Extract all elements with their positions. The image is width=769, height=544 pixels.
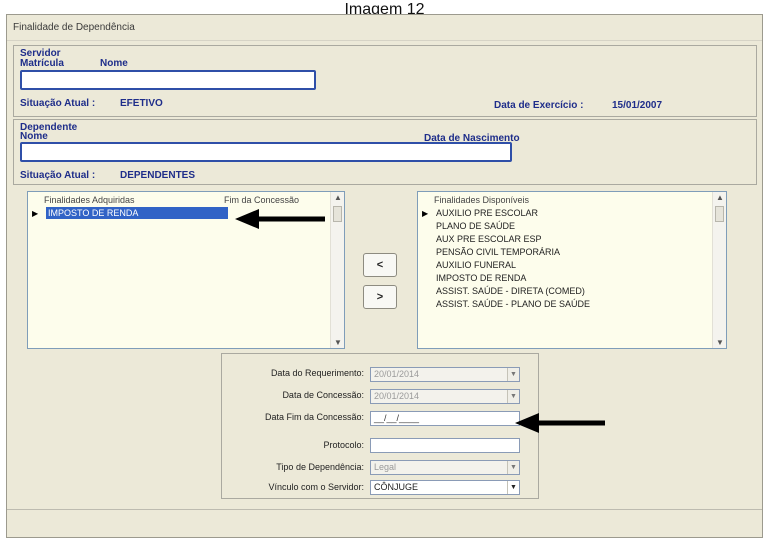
list-item[interactable]: AUXILIO FUNERAL <box>436 259 516 271</box>
servidor-situacao-value: EFETIVO <box>120 98 163 109</box>
data-exercicio-label: Data de Exercício : <box>494 100 584 111</box>
servidor-nome-field[interactable] <box>20 70 316 90</box>
list-item[interactable]: PENSÃO CIVIL TEMPORÁRIA <box>436 246 560 258</box>
adquiridas-col-fim-concessao: Fim da Concessão <box>224 195 300 205</box>
servidor-situacao-label: Situação Atual : <box>20 98 96 109</box>
data-exercicio-value: 15/01/2007 <box>612 100 663 111</box>
disponiveis-col-finalidades: Finalidades Disponíveis <box>434 195 530 205</box>
data-fim-value: __/__/____ <box>374 413 420 423</box>
tipo-dependencia-value: Legal <box>374 462 397 472</box>
chevron-down-icon[interactable]: ▼ <box>507 481 519 494</box>
finalidades-disponiveis-list[interactable]: Finalidades Disponíveis ▶ AUXILIO PRE ES… <box>417 191 727 349</box>
data-concessao-label: Data de Concessão: <box>282 390 364 400</box>
scroll-thumb[interactable] <box>715 206 724 222</box>
data-fim-label: Data Fim da Concessão: <box>264 412 364 422</box>
data-concessao-field[interactable]: 20/01/2014 ▼ <box>370 389 520 404</box>
list-item[interactable]: AUXILIO PRE ESCOLAR <box>436 207 538 219</box>
data-requerimento-field[interactable]: 20/01/2014 ▼ <box>370 367 520 382</box>
chevron-down-icon[interactable]: ▼ <box>507 390 519 403</box>
tipo-dependencia-select[interactable]: Legal ▼ <box>370 460 520 475</box>
list-item[interactable]: AUX PRE ESCOLAR ESP <box>436 233 542 245</box>
adquiridas-col-finalidades: Finalidades Adquiridas <box>44 195 135 205</box>
dependente-group: Dependente Nome Data de Nascimento Situa… <box>13 119 757 185</box>
list-item[interactable]: ASSIST. SAÚDE - DIRETA (COMED) <box>436 285 585 297</box>
dependente-situacao-label: Situação Atual : <box>20 170 96 181</box>
list-item[interactable]: IMPOSTO DE RENDA <box>46 207 228 219</box>
chevron-down-icon[interactable]: ▼ <box>507 368 519 381</box>
list-item[interactable]: IMPOSTO DE RENDA <box>436 272 526 284</box>
row-pointer-icon: ▶ <box>32 209 39 218</box>
scroll-thumb[interactable] <box>333 206 342 222</box>
move-right-button[interactable]: > <box>363 285 397 309</box>
disponiveis-scrollbar[interactable]: ▲ ▼ <box>712 192 726 348</box>
row-pointer-icon: ▶ <box>422 209 429 218</box>
scroll-down-icon[interactable]: ▼ <box>334 338 342 347</box>
scroll-up-icon[interactable]: ▲ <box>334 193 342 202</box>
annotation-arrow-icon <box>515 413 605 433</box>
window-title: Finalidade de Dependência <box>7 15 762 41</box>
move-left-button[interactable]: < <box>363 253 397 277</box>
servidor-nome-label: Nome <box>100 58 128 69</box>
chevron-down-icon[interactable]: ▼ <box>507 461 519 474</box>
data-requerimento-label: Data do Requerimento: <box>270 368 364 378</box>
protocolo-field[interactable] <box>370 438 520 453</box>
list-item[interactable]: PLANO DE SAÚDE <box>436 220 515 232</box>
finalidade-window: Finalidade de Dependência Servidor Matrí… <box>6 14 763 538</box>
list-item[interactable]: ASSIST. SAÚDE - PLANO DE SAÚDE <box>436 298 590 310</box>
scroll-up-icon[interactable]: ▲ <box>716 193 724 202</box>
scroll-down-icon[interactable]: ▼ <box>716 338 724 347</box>
data-requerimento-value: 20/01/2014 <box>374 369 420 379</box>
vinculo-value: CÔNJUGE <box>374 482 419 492</box>
concessao-form: Data do Requerimento: 20/01/2014 ▼ Data … <box>221 353 539 499</box>
data-fim-field[interactable]: __/__/____ <box>370 411 520 426</box>
protocolo-label: Protocolo: <box>323 440 364 450</box>
data-concessao-value: 20/01/2014 <box>374 391 420 401</box>
vinculo-label: Vínculo com o Servidor: <box>268 482 364 492</box>
matricula-label: Matrícula <box>20 58 64 69</box>
dependente-nome-label: Nome <box>20 131 48 142</box>
annotation-arrow-icon <box>235 209 325 229</box>
tipo-dependencia-label: Tipo de Dependência: <box>276 462 364 472</box>
vinculo-select[interactable]: CÔNJUGE ▼ <box>370 480 520 495</box>
dependente-nome-field[interactable] <box>20 142 512 162</box>
dependente-situacao-value: DEPENDENTES <box>120 170 196 181</box>
adquiridas-scrollbar[interactable]: ▲ ▼ <box>330 192 344 348</box>
servidor-group: Servidor Matrícula Nome Situação Atual :… <box>13 45 757 117</box>
status-bar <box>7 509 762 537</box>
